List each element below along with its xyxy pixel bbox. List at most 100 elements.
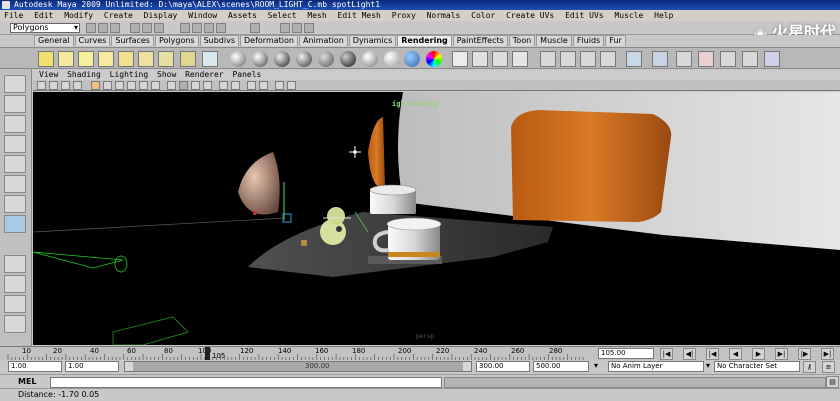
select-hierarchy-icon[interactable] (130, 23, 140, 33)
ipr-render-icon[interactable] (292, 23, 302, 33)
tab-fluids[interactable]: Fluids (572, 35, 605, 46)
mel-input[interactable] (50, 377, 442, 388)
lambert-material-icon[interactable] (230, 51, 246, 67)
play-backward-icon[interactable]: ◀ (729, 348, 742, 360)
render-frame-icon[interactable] (492, 51, 508, 67)
menu-edit[interactable]: Edit (34, 11, 53, 20)
go-to-end-icon[interactable]: ▶| (821, 348, 834, 360)
render-layer-icon[interactable] (676, 51, 692, 67)
manipulator-tool-icon[interactable] (4, 195, 26, 213)
render-current-frame-icon[interactable] (280, 23, 290, 33)
mel-label[interactable]: MEL (18, 377, 37, 386)
render-settings-icon[interactable] (304, 23, 314, 33)
step-forward-key-icon[interactable]: ▶| (775, 348, 788, 360)
start-time-field[interactable]: 1.00 (8, 361, 62, 372)
panel-menu-renderer[interactable]: Renderer (185, 70, 224, 79)
bookmarks-icon[interactable] (61, 81, 70, 90)
area-light-icon[interactable] (138, 51, 154, 67)
tab-surfaces[interactable]: Surfaces (111, 35, 154, 46)
wireframe-icon[interactable] (167, 81, 176, 90)
blinn-material-icon[interactable] (252, 51, 268, 67)
tab-rendering[interactable]: Rendering (397, 35, 452, 46)
tab-painteffects[interactable]: PaintEffects (452, 35, 508, 46)
attribute-editor-icon[interactable] (652, 51, 668, 67)
menu-color[interactable]: Color (471, 11, 495, 20)
point-light-icon[interactable] (98, 51, 114, 67)
perspective-viewport[interactable]: persp (33, 92, 840, 345)
snap-point-icon[interactable] (204, 23, 214, 33)
batch-render-icon[interactable] (512, 51, 528, 67)
menu-display[interactable]: Display (144, 11, 178, 20)
persp-outliner-layout-icon[interactable] (4, 295, 26, 313)
menu-mesh[interactable]: Mesh (307, 11, 326, 20)
last-tool-icon[interactable] (4, 215, 26, 233)
move-tool-icon[interactable] (4, 135, 26, 153)
image-plane-icon[interactable] (73, 81, 82, 90)
menu-assets[interactable]: Assets (228, 11, 257, 20)
camera-attributes-icon[interactable] (49, 81, 58, 90)
ipr-icon[interactable] (560, 51, 576, 67)
surface-shader-icon[interactable] (362, 51, 378, 67)
open-scene-icon[interactable] (98, 23, 108, 33)
play-forward-icon[interactable]: ▶ (752, 348, 765, 360)
script-editor-icon[interactable]: ▤ (826, 376, 839, 388)
menu-set-dropdown[interactable]: Polygons (10, 23, 80, 33)
use-background-icon[interactable] (384, 51, 400, 67)
current-frame-field[interactable]: 105.00 (598, 348, 654, 359)
pencil-tool-icon[interactable] (764, 51, 780, 67)
isolate-select-icon[interactable] (247, 81, 256, 90)
layered-shader-icon[interactable] (340, 51, 356, 67)
light-link-icon[interactable] (180, 51, 196, 67)
render-globals-icon[interactable] (540, 51, 556, 67)
menu-muscle[interactable]: Muscle (614, 11, 643, 20)
select-component-icon[interactable] (154, 23, 164, 33)
tab-animation[interactable]: Animation (298, 35, 348, 46)
rotate-tool-icon[interactable] (4, 155, 26, 173)
safe-action-icon[interactable] (151, 81, 160, 90)
phong-material-icon[interactable] (274, 51, 290, 67)
tab-general[interactable]: General (34, 35, 74, 46)
camera-icon[interactable] (38, 51, 54, 67)
four-pane-layout-icon[interactable] (4, 275, 26, 293)
tab-deformation[interactable]: Deformation (240, 35, 298, 46)
camera-wireframe[interactable] (112, 316, 189, 345)
ramp-shader-icon[interactable] (404, 51, 420, 67)
select-camera-icon[interactable] (37, 81, 46, 90)
menu-select[interactable]: Select (268, 11, 297, 20)
select-tool-icon[interactable] (4, 75, 26, 93)
phonge-material-icon[interactable] (296, 51, 312, 67)
anim-prefs-icon[interactable]: ≡ (822, 361, 835, 373)
wireframe-on-shaded-icon[interactable] (191, 81, 200, 90)
snap-curve-icon[interactable] (192, 23, 202, 33)
go-to-start-icon[interactable]: |◀ (660, 348, 673, 360)
resolution-gate-icon[interactable] (115, 81, 124, 90)
menu-help[interactable]: Help (654, 11, 673, 20)
menu-normals[interactable]: Normals (427, 11, 461, 20)
tab-fur[interactable]: Fur (605, 35, 626, 46)
select-object-icon[interactable] (142, 23, 152, 33)
character-set-dropdown-icon[interactable]: ▾ (706, 361, 710, 370)
tab-dynamics[interactable]: Dynamics (348, 35, 397, 46)
tab-subdivs[interactable]: Subdivs (199, 35, 240, 46)
directional-light-icon[interactable] (78, 51, 94, 67)
panel-menu-shading[interactable]: Shading (67, 70, 101, 79)
field-chart-icon[interactable] (139, 81, 148, 90)
shadows-icon[interactable] (231, 81, 240, 90)
tab-toon[interactable]: Toon (508, 35, 536, 46)
hypershade-icon[interactable] (202, 51, 218, 67)
use-all-lights-icon[interactable] (219, 81, 228, 90)
snap-plane-icon[interactable] (216, 23, 226, 33)
hq-render-icon[interactable] (275, 81, 284, 90)
checker-texture-icon[interactable] (452, 51, 468, 67)
mental-ray-icon[interactable] (698, 51, 714, 67)
playback-start-field[interactable]: 1.00 (65, 361, 119, 372)
light-editor-icon[interactable] (742, 51, 758, 67)
xray-icon[interactable] (259, 81, 268, 90)
grid-toggle-icon[interactable] (91, 81, 100, 90)
textured-icon[interactable] (203, 81, 212, 90)
menu-file[interactable]: File (4, 11, 23, 20)
ambient-light-icon[interactable] (58, 51, 74, 67)
panel-menu-show[interactable]: Show (157, 70, 176, 79)
history-icon[interactable] (250, 23, 260, 33)
resolution-icon[interactable] (287, 81, 296, 90)
